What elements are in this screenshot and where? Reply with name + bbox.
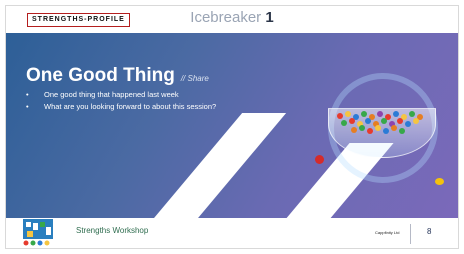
slide-footer: Strengths Workshop Cappfinity Ltd 8	[6, 218, 458, 248]
slide-title: One Good Thing // Share	[26, 65, 209, 87]
candy	[391, 125, 397, 131]
bullet-list: One good thing that happened last week W…	[26, 90, 256, 114]
candy	[365, 118, 371, 124]
slide-header: STRENGTHS-PROFILE Icebreaker 1	[6, 6, 458, 33]
candy	[367, 128, 373, 134]
strengths-logo-icon	[23, 219, 53, 246]
candy	[435, 178, 444, 185]
candy	[397, 118, 403, 124]
candy	[409, 111, 415, 117]
candy	[413, 118, 419, 124]
share-label: // Share	[180, 74, 209, 83]
candy	[359, 125, 365, 131]
candy	[377, 111, 383, 117]
workshop-label: Strengths Workshop	[76, 226, 149, 235]
slide-body: One Good Thing // Share One good thing th…	[6, 33, 458, 218]
section-number: 1	[265, 9, 274, 26]
bullet-item: What are you looking forward to about th…	[26, 102, 256, 112]
candy	[393, 111, 399, 117]
slide-title-text: One Good Thing	[26, 65, 175, 86]
bullet-item: One good thing that happened last week	[26, 90, 256, 100]
candy	[361, 111, 367, 117]
candy	[315, 155, 324, 164]
section-title: Icebreaker 1	[6, 9, 458, 26]
candy	[381, 118, 387, 124]
candy	[345, 111, 351, 117]
candy	[351, 127, 357, 133]
candy	[337, 113, 343, 119]
section-title-text: Icebreaker	[190, 9, 262, 26]
slide: STRENGTHS-PROFILE Icebreaker 1 One Good …	[5, 5, 459, 249]
page-number: 8	[427, 227, 432, 236]
candy	[405, 121, 411, 127]
footer-divider	[410, 224, 411, 244]
decorative-stripe	[149, 113, 287, 218]
candy	[375, 125, 381, 131]
candy	[383, 128, 389, 134]
candy	[341, 120, 347, 126]
company-label: Cappfinity Ltd	[375, 230, 400, 235]
candy	[349, 118, 355, 124]
candy	[399, 128, 405, 134]
